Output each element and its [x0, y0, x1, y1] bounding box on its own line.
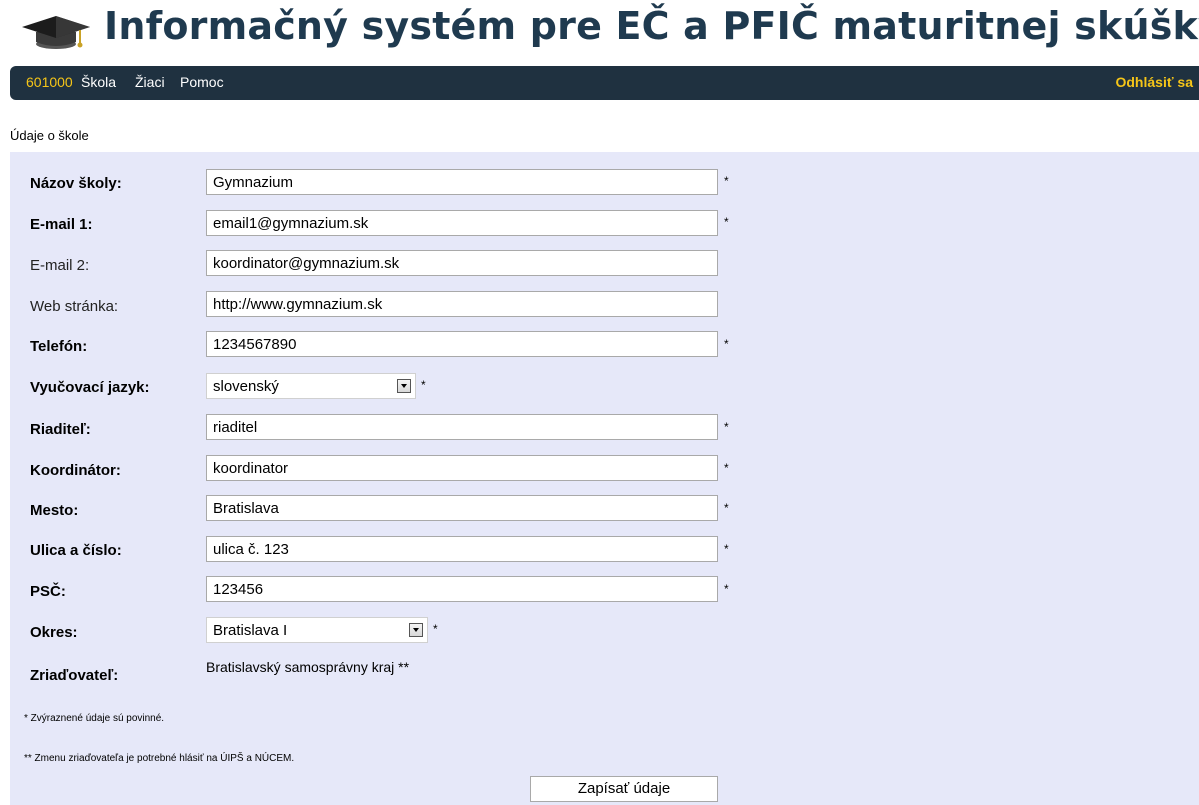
coordinator-label: Koordinátor:: [30, 462, 121, 479]
street-input[interactable]: [206, 536, 718, 562]
logout-link[interactable]: Odhlásiť sa: [1115, 74, 1193, 90]
district-label: Okres:: [30, 624, 78, 641]
main-navbar: 601000 Škola Žiaci Pomoc Odhlásiť sa: [10, 66, 1199, 100]
founder-value: Bratislavský samosprávny kraj **: [206, 659, 410, 675]
required-marker: *: [724, 501, 729, 515]
nav-school-id[interactable]: 601000: [26, 74, 73, 90]
required-marker: *: [421, 378, 426, 392]
street-label: Ulica a číslo:: [30, 542, 122, 559]
site-title: Informačný systém pre EČ a PFIČ maturitn…: [104, 4, 1199, 48]
school-name-label: Názov školy:: [30, 175, 122, 192]
director-input[interactable]: [206, 414, 718, 440]
language-select-value: slovenský: [213, 378, 279, 395]
chevron-down-icon[interactable]: [397, 379, 411, 393]
website-input[interactable]: [206, 291, 718, 317]
graduation-cap-icon: [22, 16, 90, 49]
save-button[interactable]: Zapísať údaje: [530, 776, 718, 802]
email1-input[interactable]: [206, 210, 718, 236]
website-label: Web stránka:: [30, 298, 119, 315]
city-input[interactable]: [206, 495, 718, 521]
language-label: Vyučovací jazyk:: [30, 379, 150, 396]
required-fields-note: * Zvýraznené údaje sú povinné.: [24, 713, 165, 724]
email2-label: E-mail 2:: [30, 257, 90, 274]
email2-input[interactable]: [206, 250, 718, 276]
required-marker: *: [724, 174, 729, 188]
district-select[interactable]: Bratislava I: [206, 617, 428, 643]
school-name-input[interactable]: [206, 169, 718, 195]
postal-code-input[interactable]: [206, 576, 718, 602]
section-title: Údaje o škole: [10, 128, 89, 143]
required-marker: *: [433, 622, 438, 636]
phone-input[interactable]: [206, 331, 718, 357]
coordinator-input[interactable]: [206, 455, 718, 481]
nav-item-skola[interactable]: Škola: [81, 74, 116, 90]
chevron-down-icon[interactable]: [409, 623, 423, 637]
nav-item-ziaci[interactable]: Žiaci: [135, 74, 165, 90]
required-marker: *: [724, 420, 729, 434]
postal-code-label: PSČ:: [30, 583, 66, 600]
district-select-value: Bratislava I: [213, 622, 288, 639]
required-marker: *: [724, 461, 729, 475]
language-select[interactable]: slovenský: [206, 373, 416, 399]
required-marker: *: [724, 215, 729, 229]
founder-label: Zriaďovateľ:: [30, 667, 119, 684]
director-label: Riaditeľ:: [30, 421, 91, 438]
page-header: Informačný systém pre EČ a PFIČ maturitn…: [0, 0, 1199, 64]
required-marker: *: [724, 337, 729, 351]
required-marker: *: [724, 582, 729, 596]
nav-item-pomoc[interactable]: Pomoc: [180, 74, 224, 90]
city-label: Mesto:: [30, 502, 79, 519]
email1-label: E-mail 1:: [30, 216, 93, 233]
phone-label: Telefón:: [30, 338, 88, 355]
required-marker: *: [724, 542, 729, 556]
founder-change-note: ** Zmenu zriaďovateľa je potrebné hlásiť…: [24, 753, 295, 764]
